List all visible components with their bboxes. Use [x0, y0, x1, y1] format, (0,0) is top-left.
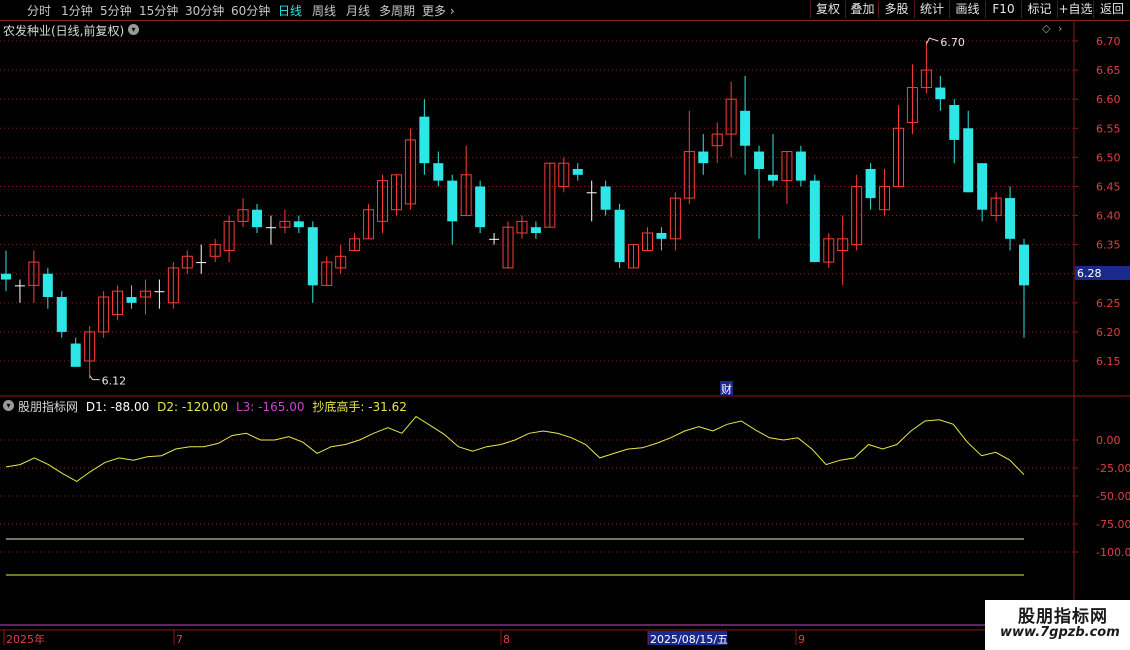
price-tick-label: 6.45	[1096, 180, 1121, 193]
price-tick-label: 6.50	[1096, 151, 1121, 164]
price-tick-label: 6.40	[1096, 210, 1121, 223]
candle-body	[740, 110, 751, 146]
candle-body	[56, 297, 67, 332]
high-label: 6.70	[940, 36, 965, 49]
candle-body	[656, 233, 667, 239]
candle-body	[977, 163, 988, 210]
candle-body	[949, 105, 960, 140]
candle-body	[307, 227, 318, 286]
candle-body	[14, 285, 25, 287]
candle-body	[530, 227, 541, 233]
indicator-tick-label: -75.00	[1096, 518, 1130, 531]
candle-body	[293, 221, 304, 228]
date-label: 2025年	[6, 632, 45, 646]
candle-body	[265, 227, 276, 229]
candle-body	[586, 192, 597, 194]
candle-body	[767, 174, 778, 181]
price-tick-label: 6.65	[1096, 64, 1121, 77]
candle-body	[447, 180, 458, 222]
indicator-tick-label: -50.00	[1096, 490, 1130, 503]
watermark-url: www.7gpzb.com	[1000, 625, 1120, 640]
candle-body	[1005, 198, 1016, 239]
candle-body	[963, 128, 974, 193]
date-label: 9	[798, 633, 805, 646]
candle-body	[126, 297, 137, 303]
chart-canvas[interactable]: 6.706.656.606.556.506.456.406.356.306.25…	[0, 0, 1130, 650]
candle-body	[1019, 244, 1029, 286]
indicator-tick-label: -25.00	[1096, 462, 1130, 475]
indicator-tick-label: 0.00	[1096, 434, 1121, 447]
candle-body	[70, 343, 81, 367]
fin-marker: 财	[721, 382, 732, 396]
price-tick-label: 6.55	[1096, 122, 1121, 135]
price-tick-label: 6.35	[1096, 239, 1121, 252]
candle-body	[698, 151, 709, 164]
candle-body	[475, 186, 486, 228]
date-label: 2025/08/15/五	[650, 633, 728, 646]
low-pointer	[89, 375, 100, 381]
candle-body	[1, 273, 11, 280]
price-tick-label: 6.25	[1096, 297, 1121, 310]
candle-body	[600, 186, 611, 210]
indicator-line	[5, 415, 1025, 482]
candle-body	[419, 116, 430, 164]
candle-body	[154, 291, 165, 293]
price-tick-label: 6.60	[1096, 93, 1121, 106]
current-price-label: 6.28	[1077, 267, 1102, 280]
date-label: 7	[176, 633, 183, 646]
date-label: 8	[503, 633, 510, 646]
price-tick-label: 6.70	[1096, 35, 1121, 48]
indicator-tick-label: -100.00	[1096, 546, 1130, 559]
candle-body	[795, 151, 806, 181]
candle-body	[614, 209, 625, 263]
candle-body	[865, 169, 876, 199]
price-tick-label: 6.20	[1096, 326, 1121, 339]
candle-body	[572, 169, 583, 175]
watermark-title: 股朋指标网	[1018, 607, 1108, 627]
candle-body	[196, 262, 207, 264]
candle-body	[754, 151, 765, 169]
price-tick-label: 6.15	[1096, 355, 1121, 368]
candle-body	[935, 87, 946, 100]
candle-body	[489, 238, 500, 240]
candle-body	[809, 180, 820, 263]
low-label: 6.12	[102, 375, 127, 388]
candle-body	[252, 209, 263, 228]
candle-body	[433, 163, 444, 181]
candle-body	[42, 273, 53, 297]
